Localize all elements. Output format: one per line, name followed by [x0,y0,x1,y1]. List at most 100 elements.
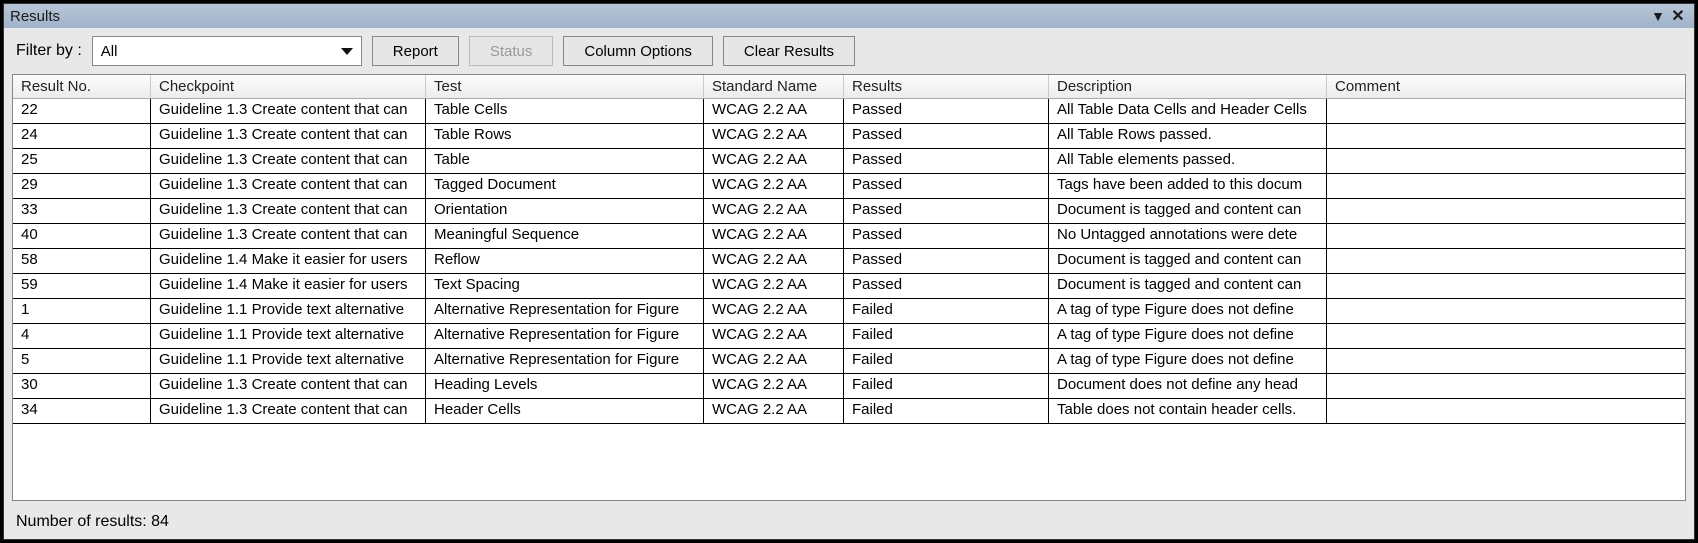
col-results[interactable]: Results [844,75,1049,98]
cell: WCAG 2.2 AA [704,224,844,248]
cell: A tag of type Figure does not define [1049,299,1327,323]
report-button[interactable]: Report [372,36,459,66]
cell: Guideline 1.4 Make it easier for users [151,274,426,298]
cell: Failed [844,399,1049,423]
cell: Table Rows [426,124,704,148]
filter-value: All [101,43,341,60]
cell: Tags have been added to this docum [1049,174,1327,198]
minimize-icon[interactable]: ▼ [1648,8,1668,24]
cell: Failed [844,324,1049,348]
col-checkpoint[interactable]: Checkpoint [151,75,426,98]
cell [1327,174,1685,198]
cell: WCAG 2.2 AA [704,174,844,198]
cell: Guideline 1.4 Make it easier for users [151,249,426,273]
table-row[interactable]: 40Guideline 1.3 Create content that canM… [13,224,1685,249]
table-row[interactable]: 1Guideline 1.1 Provide text alternative A… [13,299,1685,324]
table-row[interactable]: 24Guideline 1.3 Create content that canT… [13,124,1685,149]
result-count: Number of results: 84 [16,513,169,530]
table-row[interactable]: 4Guideline 1.1 Provide text alternativeA… [13,324,1685,349]
cell: Text Spacing [426,274,704,298]
cell: Reflow [426,249,704,273]
cell: 25 [13,149,151,173]
cell: Meaningful Sequence [426,224,704,248]
cell: WCAG 2.2 AA [704,99,844,123]
chevron-down-icon [341,48,353,55]
table-row[interactable]: 30Guideline 1.3 Create content that canH… [13,374,1685,399]
table-row[interactable]: 58Guideline 1.4 Make it easier for users… [13,249,1685,274]
table-body[interactable]: 22Guideline 1.3 Create content that canT… [13,99,1685,500]
cell: 34 [13,399,151,423]
cell: Passed [844,174,1049,198]
cell: A tag of type Figure does not define [1049,349,1327,373]
cell: 59 [13,274,151,298]
status-button: Status [469,36,554,66]
col-comment[interactable]: Comment [1327,75,1685,98]
cell: Failed [844,374,1049,398]
cell: Guideline 1.3 Create content that can [151,99,426,123]
table-row[interactable]: 25Guideline 1.3 Create content that canT… [13,149,1685,174]
results-panel: Results ▼ ✕ Filter by : All Report Statu… [3,3,1695,540]
cell: Failed [844,349,1049,373]
cell: Document is tagged and content can [1049,199,1327,223]
filter-dropdown[interactable]: All [92,36,362,66]
cell: 30 [13,374,151,398]
cell: Tagged Document [426,174,704,198]
cell [1327,149,1685,173]
cell: 22 [13,99,151,123]
col-result-no[interactable]: Result No. [13,75,151,98]
cell [1327,324,1685,348]
cell: 58 [13,249,151,273]
table-row[interactable]: 5Guideline 1.1 Provide text alternativeA… [13,349,1685,374]
cell: Passed [844,274,1049,298]
cell: 29 [13,174,151,198]
cell: Passed [844,199,1049,223]
col-standard[interactable]: Standard Name [704,75,844,98]
cell: WCAG 2.2 AA [704,349,844,373]
cell: WCAG 2.2 AA [704,274,844,298]
cell: Table [426,149,704,173]
cell: Document is tagged and content can [1049,249,1327,273]
cell: 4 [13,324,151,348]
cell: Guideline 1.3 Create content that can [151,174,426,198]
cell: 1 [13,299,151,323]
cell: All Table elements passed. [1049,149,1327,173]
cell [1327,199,1685,223]
cell: Guideline 1.3 Create content that can [151,124,426,148]
cell: No Untagged annotations were dete [1049,224,1327,248]
col-description[interactable]: Description [1049,75,1327,98]
cell [1327,299,1685,323]
cell [1327,124,1685,148]
col-test[interactable]: Test [426,75,704,98]
column-options-button[interactable]: Column Options [563,36,713,66]
cell: Alternative Representation for Figure [426,349,704,373]
cell [1327,374,1685,398]
cell [1327,224,1685,248]
cell: Orientation [426,199,704,223]
table-header-row: Result No. Checkpoint Test Standard Name… [13,75,1685,99]
table-row[interactable]: 29Guideline 1.3 Create content that canT… [13,174,1685,199]
results-table: Result No. Checkpoint Test Standard Name… [12,74,1686,501]
cell [1327,99,1685,123]
table-row[interactable]: 34Guideline 1.3 Create content that canH… [13,399,1685,424]
cell: Document is tagged and content can [1049,274,1327,298]
cell: Passed [844,99,1049,123]
cell: 33 [13,199,151,223]
cell: WCAG 2.2 AA [704,374,844,398]
table-row[interactable]: 33Guideline 1.3 Create content that canO… [13,199,1685,224]
panel-title: Results [10,8,1648,25]
cell: WCAG 2.2 AA [704,399,844,423]
cell: WCAG 2.2 AA [704,149,844,173]
cell: Guideline 1.1 Provide text alternative [151,324,426,348]
cell: All Table Data Cells and Header Cells [1049,99,1327,123]
table-row[interactable]: 22Guideline 1.3 Create content that canT… [13,99,1685,124]
cell: WCAG 2.2 AA [704,124,844,148]
cell: Guideline 1.3 Create content that can [151,224,426,248]
table-row[interactable]: 59Guideline 1.4 Make it easier for users… [13,274,1685,299]
close-icon[interactable]: ✕ [1668,6,1688,26]
cell: All Table Rows passed. [1049,124,1327,148]
cell: Passed [844,249,1049,273]
cell: Guideline 1.3 Create content that can [151,399,426,423]
cell: Guideline 1.1 Provide text alternative [151,299,426,323]
cell: WCAG 2.2 AA [704,299,844,323]
clear-results-button[interactable]: Clear Results [723,36,855,66]
